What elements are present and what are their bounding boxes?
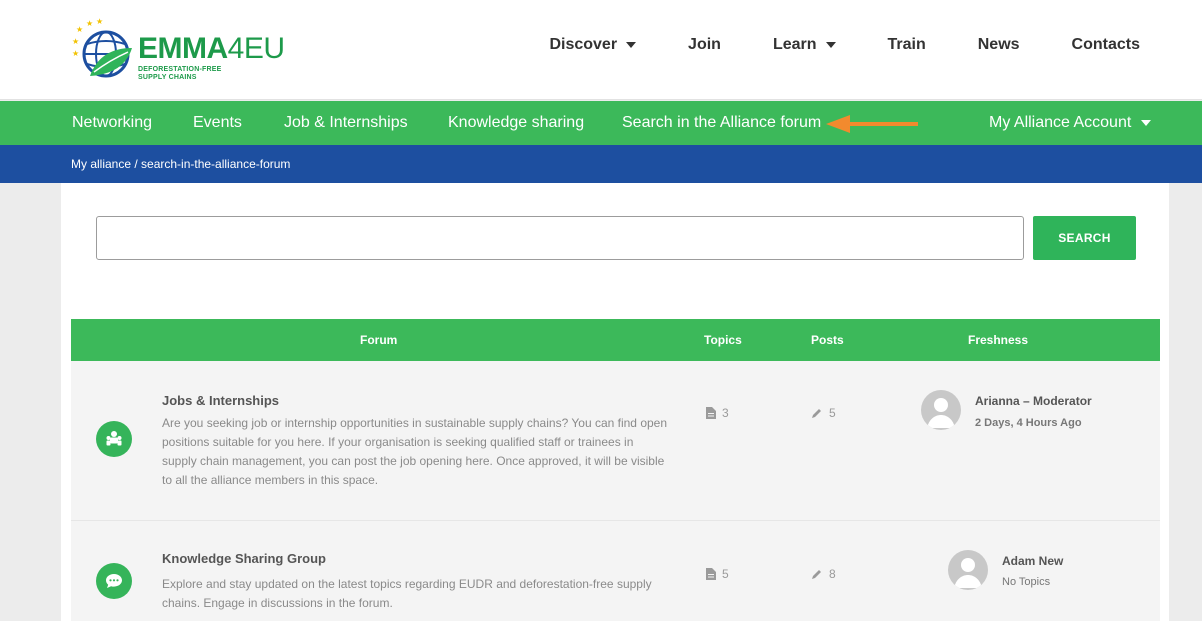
subnav-events[interactable]: Events xyxy=(193,114,242,132)
nav-news[interactable]: News xyxy=(978,36,1020,54)
chevron-down-icon xyxy=(1141,120,1152,126)
nav-join[interactable]: Join xyxy=(688,36,721,54)
svg-text:★: ★ xyxy=(72,37,79,46)
forum-title[interactable]: Knowledge Sharing Group xyxy=(162,551,326,566)
forum-search-input[interactable] xyxy=(96,216,1024,260)
search-button[interactable]: SEARCH xyxy=(1033,216,1136,260)
logo-tagline: DEFORESTATION-FREE SUPPLY CHAINS xyxy=(138,66,222,81)
nav-discover[interactable]: Discover xyxy=(549,36,637,54)
breadcrumb: My alliance / search-in-the-alliance-for… xyxy=(0,145,1202,183)
chat-bubble-icon xyxy=(106,574,122,588)
site-header: ★ ★ ★ ★ ★ EMMA4EU DEFORESTATION-FREE SUP… xyxy=(0,0,1202,100)
forum-description: Are you seeking job or internship opport… xyxy=(162,416,668,487)
alliance-subnav: Networking Events Job & Internships Know… xyxy=(0,101,1202,145)
document-icon xyxy=(706,407,716,419)
logo-wordmark: EMMA4EU xyxy=(138,32,285,65)
freshness-author[interactable]: Arianna – Moderator xyxy=(975,394,1092,408)
breadcrumb-text[interactable]: My alliance / search-in-the-alliance-for… xyxy=(71,157,290,171)
subnav-knowledge-sharing[interactable]: Knowledge sharing xyxy=(448,114,584,132)
chevron-down-icon xyxy=(825,42,836,48)
subnav-my-account[interactable]: My Alliance Account xyxy=(989,114,1152,132)
posts-count: 8 xyxy=(811,567,836,581)
freshness-author[interactable]: Adam New xyxy=(1002,554,1063,568)
posts-count: 5 xyxy=(811,406,836,420)
forum-description: Explore and stay updated on the latest t… xyxy=(162,577,652,610)
forum-icon xyxy=(96,563,132,599)
forum-title[interactable]: Jobs & Internships xyxy=(162,393,279,408)
nav-train[interactable]: Train xyxy=(888,36,926,54)
people-icon xyxy=(106,431,122,446)
main-nav: Discover Join Learn Train News Contacts xyxy=(549,36,1140,54)
header-posts: Posts xyxy=(811,333,844,347)
header-topics: Topics xyxy=(704,333,742,347)
topics-count: 5 xyxy=(706,567,729,581)
topics-count: 3 xyxy=(706,406,729,420)
chevron-down-icon xyxy=(626,42,637,48)
subnav-networking[interactable]: Networking xyxy=(72,114,152,132)
globe-logo-icon: ★ ★ ★ ★ ★ xyxy=(72,18,132,78)
page: ★ ★ ★ ★ ★ EMMA4EU DEFORESTATION-FREE SUP… xyxy=(0,0,1202,621)
pencil-icon xyxy=(812,409,821,418)
forum-row: Jobs & Internships Are you seeking job o… xyxy=(71,361,1160,520)
svg-text:★: ★ xyxy=(72,49,79,58)
forum-row: Knowledge Sharing Group Explore and stay… xyxy=(71,520,1160,621)
svg-text:★: ★ xyxy=(86,19,93,28)
freshness-time: No Topics xyxy=(1002,576,1051,588)
nav-learn[interactable]: Learn xyxy=(773,36,836,54)
avatar[interactable] xyxy=(948,550,988,590)
freshness-time[interactable]: 2 Days, 4 Hours Ago xyxy=(975,417,1082,429)
document-icon xyxy=(706,568,716,580)
svg-text:★: ★ xyxy=(96,18,103,26)
forum-icon xyxy=(96,421,132,457)
svg-text:★: ★ xyxy=(76,25,83,34)
subnav-search-forum[interactable]: Search in the Alliance forum xyxy=(622,114,821,132)
pencil-icon xyxy=(812,570,821,579)
avatar[interactable] xyxy=(921,390,961,430)
forum-table-header: Forum Topics Posts Freshness xyxy=(71,319,1160,361)
nav-contacts[interactable]: Contacts xyxy=(1072,36,1140,54)
site-logo[interactable]: ★ ★ ★ ★ ★ EMMA4EU DEFORESTATION-FREE SUP… xyxy=(72,14,285,88)
subnav-job-internships[interactable]: Job & Internships xyxy=(284,114,408,132)
header-forum: Forum xyxy=(360,333,398,347)
user-icon xyxy=(954,558,982,588)
header-freshness: Freshness xyxy=(968,333,1029,347)
user-icon xyxy=(927,398,955,428)
arrow-annotation-icon xyxy=(826,115,918,133)
